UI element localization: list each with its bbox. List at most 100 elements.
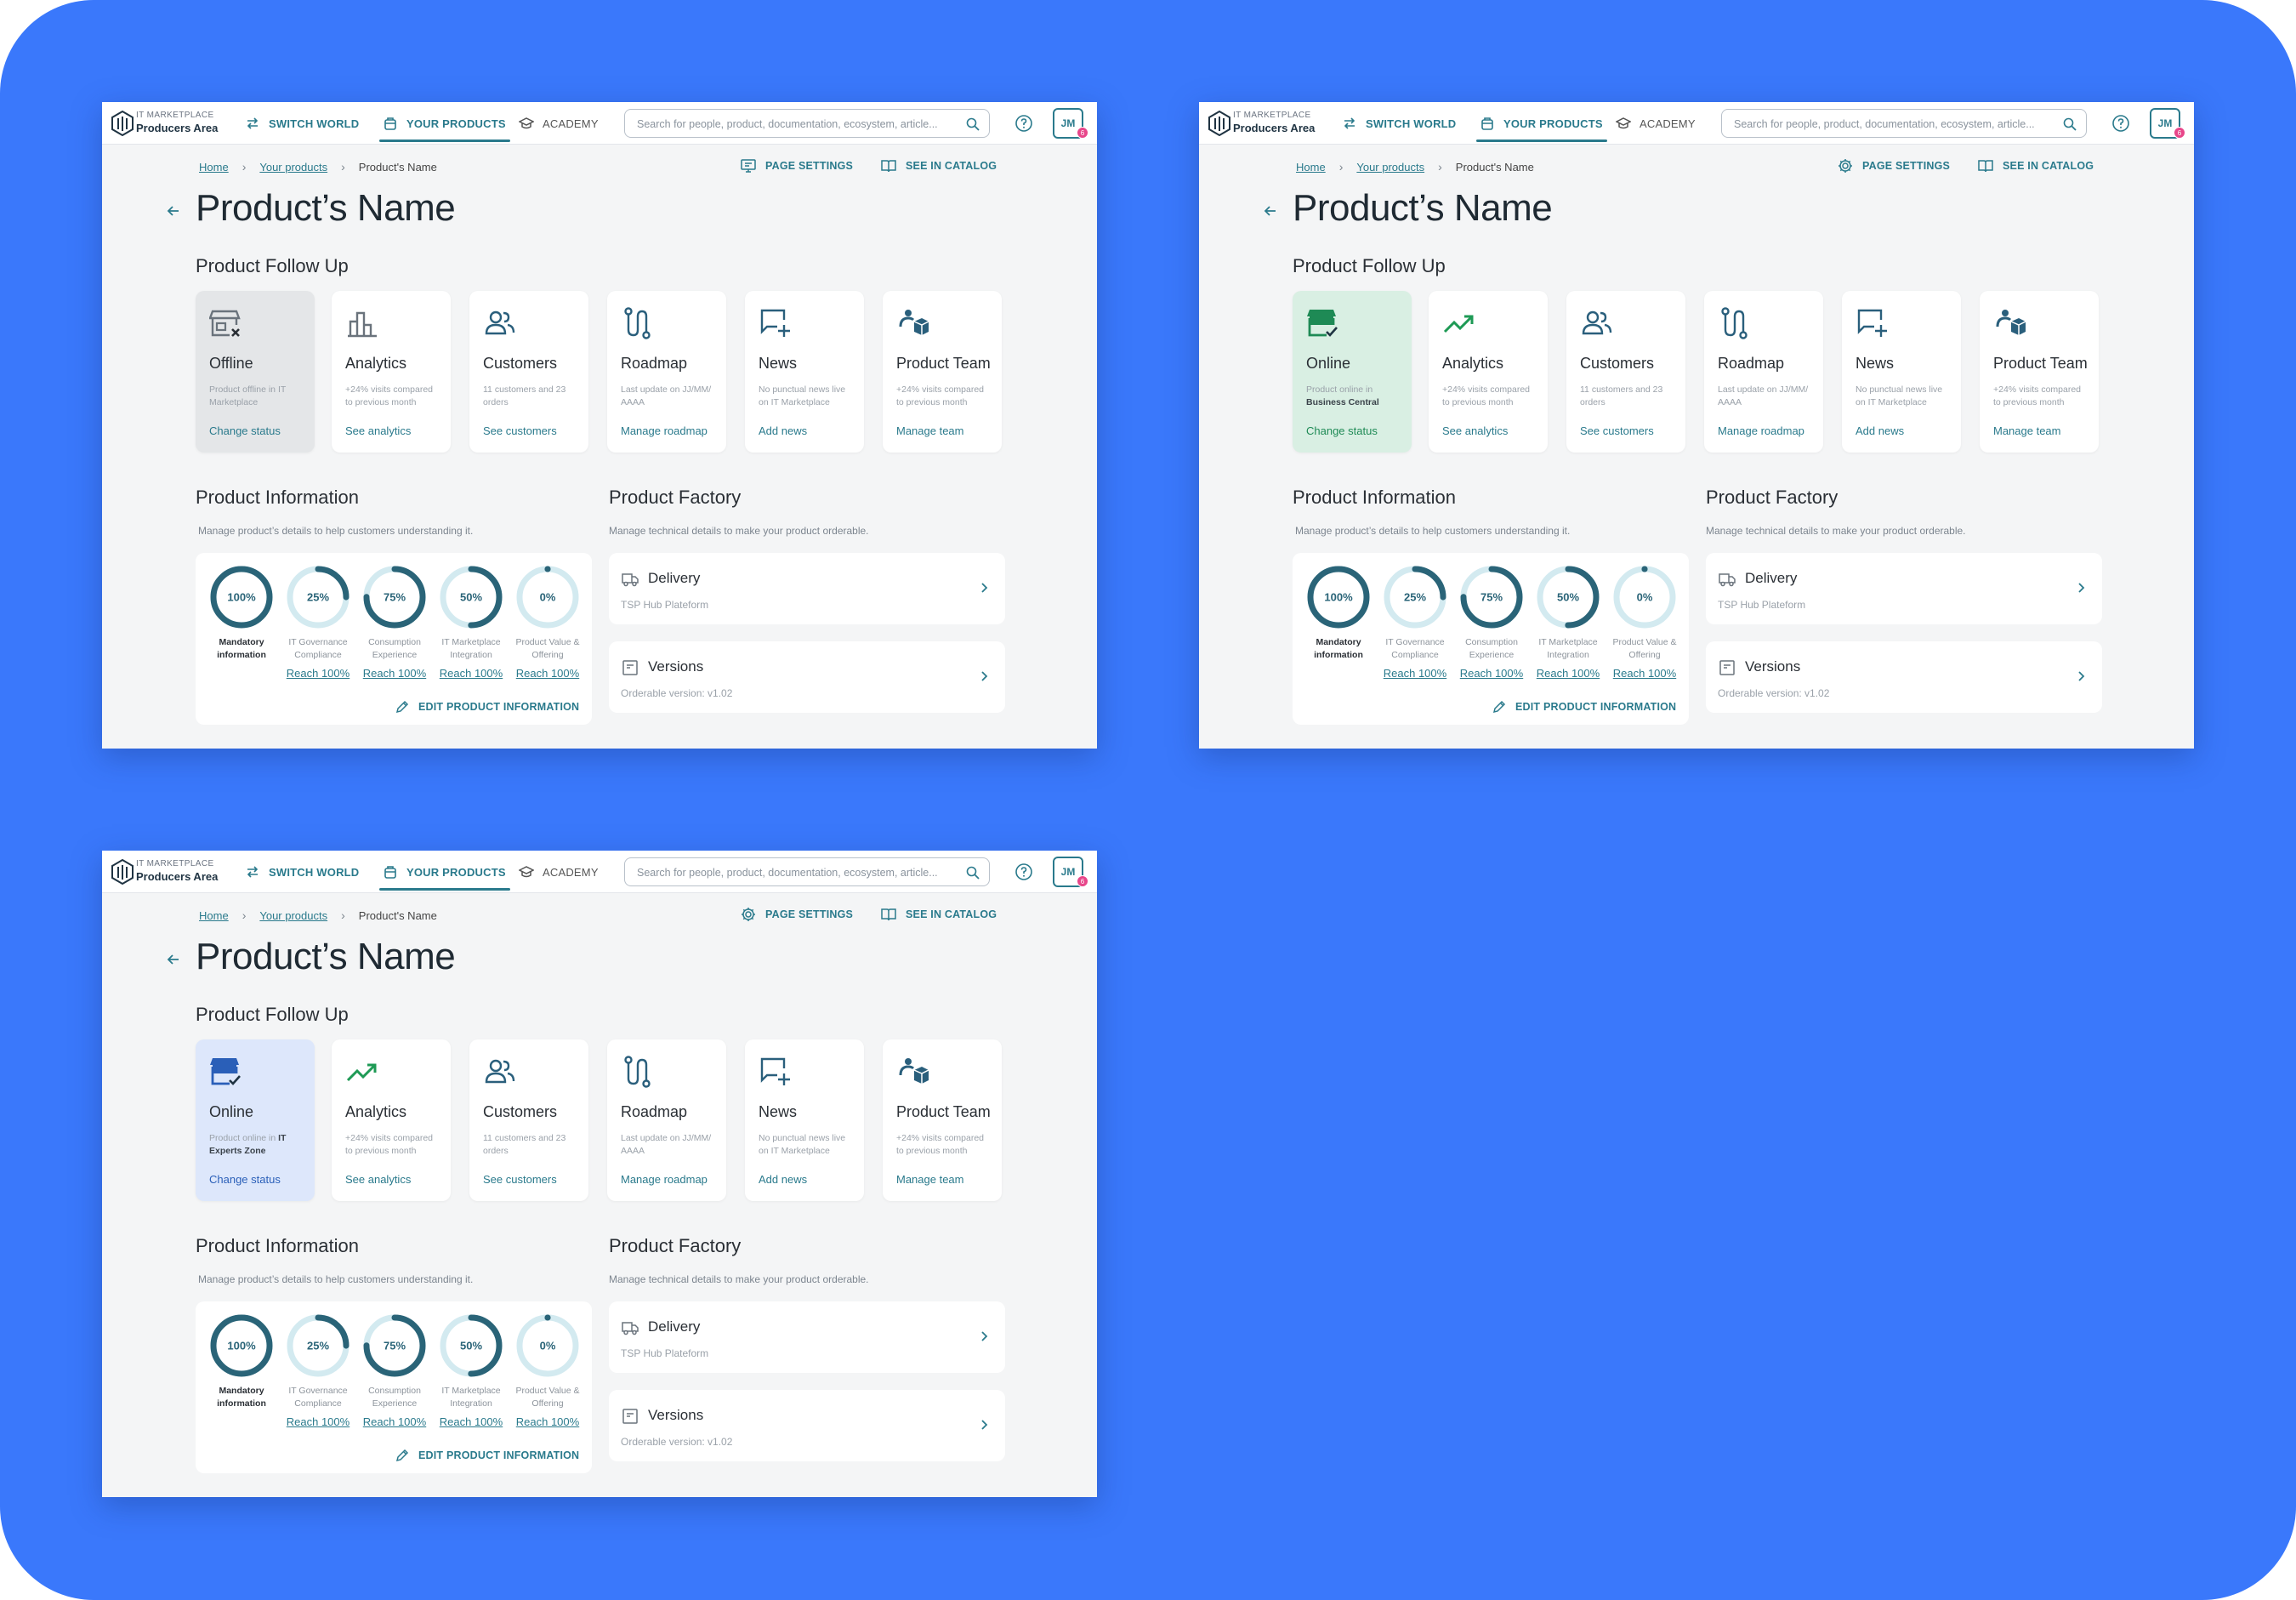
see-in-catalog-button[interactable]: SEE IN CATALOG — [880, 157, 997, 175]
product-information-panel: 100% Mandatory information 25% IT Governanc… — [196, 1301, 592, 1473]
your-products-tab[interactable]: YOUR PRODUCTS — [1480, 102, 1603, 145]
back-arrow-icon[interactable] — [1262, 202, 1279, 219]
reach-100-link[interactable]: Reach 100% — [1609, 667, 1680, 680]
add-news-link[interactable]: Add news — [759, 424, 807, 437]
page-settings-button[interactable]: PAGE SETTINGS — [740, 905, 853, 924]
reach-100-link[interactable]: Reach 100% — [359, 667, 430, 680]
versions-row[interactable]: Versions Orderable version: v1.02 — [609, 1390, 1005, 1461]
marketplace-logo-icon[interactable] — [111, 859, 134, 885]
academy-tab[interactable]: ACADEMY — [519, 851, 599, 893]
manage-team-link[interactable]: Manage team — [896, 1173, 964, 1186]
your-products-tab[interactable]: YOUR PRODUCTS — [383, 102, 506, 145]
search-icon[interactable] — [965, 117, 980, 132]
gauge-ring: 75% — [1460, 566, 1523, 629]
reach-100-link[interactable]: Reach 100% — [435, 1415, 507, 1428]
reach-100-link[interactable]: Reach 100% — [512, 1415, 583, 1428]
see-in-catalog-button[interactable]: SEE IN CATALOG — [1977, 157, 2094, 175]
card-roadmap[interactable]: Roadmap Last update on JJ/MM/ AAAA Manag… — [607, 291, 726, 453]
page-settings-button[interactable]: PAGE SETTINGS — [740, 157, 853, 175]
back-arrow-icon[interactable] — [165, 202, 182, 219]
manage-team-link[interactable]: Manage team — [1993, 424, 2061, 437]
search-icon[interactable] — [2062, 117, 2077, 132]
card-roadmap[interactable]: Roadmap Last update on JJ/MM/ AAAA Manag… — [607, 1039, 726, 1201]
breadcrumb-your-products[interactable]: Your products — [1356, 161, 1424, 174]
card-status[interactable]: Online Product online in IT Experts Zone… — [196, 1039, 315, 1201]
back-arrow-icon[interactable] — [165, 951, 182, 968]
reach-100-link[interactable]: Reach 100% — [282, 667, 354, 680]
see-customers-link[interactable]: See customers — [483, 1173, 557, 1186]
versions-row[interactable]: Versions Orderable version: v1.02 — [609, 641, 1005, 713]
edit-product-information-button[interactable]: EDIT PRODUCT INFORMATION — [1492, 699, 1676, 715]
search-input[interactable]: Search for people, product, documentatio… — [1721, 109, 2087, 138]
marketplace-logo-icon[interactable] — [1208, 111, 1231, 136]
see-in-catalog-label: SEE IN CATALOG — [2003, 160, 2094, 172]
card-analytics[interactable]: Analytics +24% visits compared to previo… — [332, 1039, 451, 1201]
switch-world-button[interactable]: SWITCH WORLD — [245, 851, 359, 893]
card-status[interactable]: Offline Product offline in IT Marketplac… — [196, 291, 315, 453]
reach-100-link[interactable]: Reach 100% — [435, 667, 507, 680]
card-product-team[interactable]: Product Team +24% visits compared to pre… — [1980, 291, 2099, 453]
card-customers[interactable]: Customers 11 customers and 23 orders See… — [1566, 291, 1685, 453]
see-analytics-link[interactable]: See analytics — [345, 1173, 411, 1186]
academy-tab[interactable]: ACADEMY — [1616, 102, 1696, 145]
delivery-row[interactable]: Delivery TSP Hub Plateform — [1706, 553, 2102, 624]
reach-100-link[interactable]: Reach 100% — [1456, 667, 1527, 680]
add-news-link[interactable]: Add news — [1856, 424, 1904, 437]
breadcrumb-home[interactable]: Home — [199, 161, 229, 174]
roadmap-icon — [624, 307, 651, 339]
your-products-tab[interactable]: YOUR PRODUCTS — [383, 851, 506, 893]
card-news[interactable]: News No punctual news live on IT Marketp… — [1842, 291, 1961, 453]
switch-world-button[interactable]: SWITCH WORLD — [1342, 102, 1456, 145]
academy-tab[interactable]: ACADEMY — [519, 102, 599, 145]
search-input[interactable]: Search for people, product, documentatio… — [624, 857, 990, 886]
edit-product-information-button[interactable]: EDIT PRODUCT INFORMATION — [395, 1448, 579, 1463]
delivery-row[interactable]: Delivery TSP Hub Plateform — [609, 1301, 1005, 1373]
reach-100-link[interactable]: Reach 100% — [1532, 667, 1604, 680]
card-news[interactable]: News No punctual news live on IT Marketp… — [745, 1039, 864, 1201]
card-analytics[interactable]: Analytics +24% visits compared to previo… — [1429, 291, 1548, 453]
see-customers-link[interactable]: See customers — [1580, 424, 1654, 437]
card-status[interactable]: Online Product online in Business Centra… — [1293, 291, 1412, 453]
see-analytics-link[interactable]: See analytics — [345, 424, 411, 437]
change-status-link[interactable]: Change status — [1306, 424, 1378, 437]
card-analytics[interactable]: Analytics +24% visits compared to previo… — [332, 291, 451, 453]
breadcrumb-your-products[interactable]: Your products — [259, 161, 327, 174]
search-icon[interactable] — [965, 865, 980, 880]
help-icon[interactable] — [1014, 114, 1033, 133]
card-news[interactable]: News No punctual news live on IT Marketp… — [745, 291, 864, 453]
help-icon[interactable] — [2111, 114, 2130, 133]
reach-100-link[interactable]: Reach 100% — [1379, 667, 1451, 680]
see-analytics-link[interactable]: See analytics — [1442, 424, 1508, 437]
manage-roadmap-link[interactable]: Manage roadmap — [621, 1173, 708, 1186]
reach-100-link[interactable]: Reach 100% — [359, 1415, 430, 1428]
search-input[interactable]: Search for people, product, documentatio… — [624, 109, 990, 138]
manage-roadmap-link[interactable]: Manage roadmap — [621, 424, 708, 437]
versions-row[interactable]: Versions Orderable version: v1.02 — [1706, 641, 2102, 713]
marketplace-logo-icon[interactable] — [111, 111, 134, 136]
manage-team-link[interactable]: Manage team — [896, 424, 964, 437]
page-settings-button[interactable]: PAGE SETTINGS — [1837, 157, 1950, 175]
card-customers[interactable]: Customers 11 customers and 23 orders See… — [469, 291, 588, 453]
card-customers[interactable]: Customers 11 customers and 23 orders See… — [469, 1039, 588, 1201]
bag-icon — [384, 866, 396, 879]
breadcrumb-your-products[interactable]: Your products — [259, 909, 327, 922]
chevron-right-icon: › — [1338, 160, 1344, 174]
delivery-row[interactable]: Delivery TSP Hub Plateform — [609, 553, 1005, 624]
see-customers-link[interactable]: See customers — [483, 424, 557, 437]
card-roadmap[interactable]: Roadmap Last update on JJ/MM/ AAAA Manag… — [1704, 291, 1823, 453]
breadcrumb-home[interactable]: Home — [199, 909, 229, 922]
add-news-link[interactable]: Add news — [759, 1173, 807, 1186]
open-book-icon — [881, 160, 896, 173]
card-product-team[interactable]: Product Team +24% visits compared to pre… — [883, 1039, 1002, 1201]
card-product-team[interactable]: Product Team +24% visits compared to pre… — [883, 291, 1002, 453]
edit-product-information-button[interactable]: EDIT PRODUCT INFORMATION — [395, 699, 579, 715]
change-status-link[interactable]: Change status — [209, 1173, 281, 1186]
see-in-catalog-button[interactable]: SEE IN CATALOG — [880, 905, 997, 924]
help-icon[interactable] — [1014, 863, 1033, 881]
switch-world-button[interactable]: SWITCH WORLD — [245, 102, 359, 145]
breadcrumb-home[interactable]: Home — [1296, 161, 1326, 174]
reach-100-link[interactable]: Reach 100% — [512, 667, 583, 680]
change-status-link[interactable]: Change status — [209, 424, 281, 437]
manage-roadmap-link[interactable]: Manage roadmap — [1718, 424, 1804, 437]
reach-100-link[interactable]: Reach 100% — [282, 1415, 354, 1428]
